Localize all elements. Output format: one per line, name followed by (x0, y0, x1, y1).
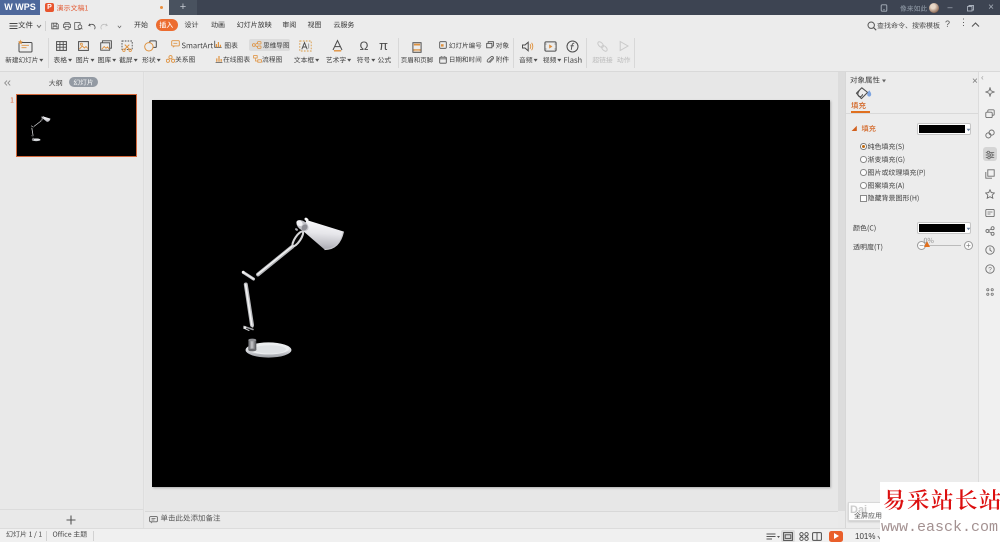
svg-text:?: ? (988, 266, 992, 273)
